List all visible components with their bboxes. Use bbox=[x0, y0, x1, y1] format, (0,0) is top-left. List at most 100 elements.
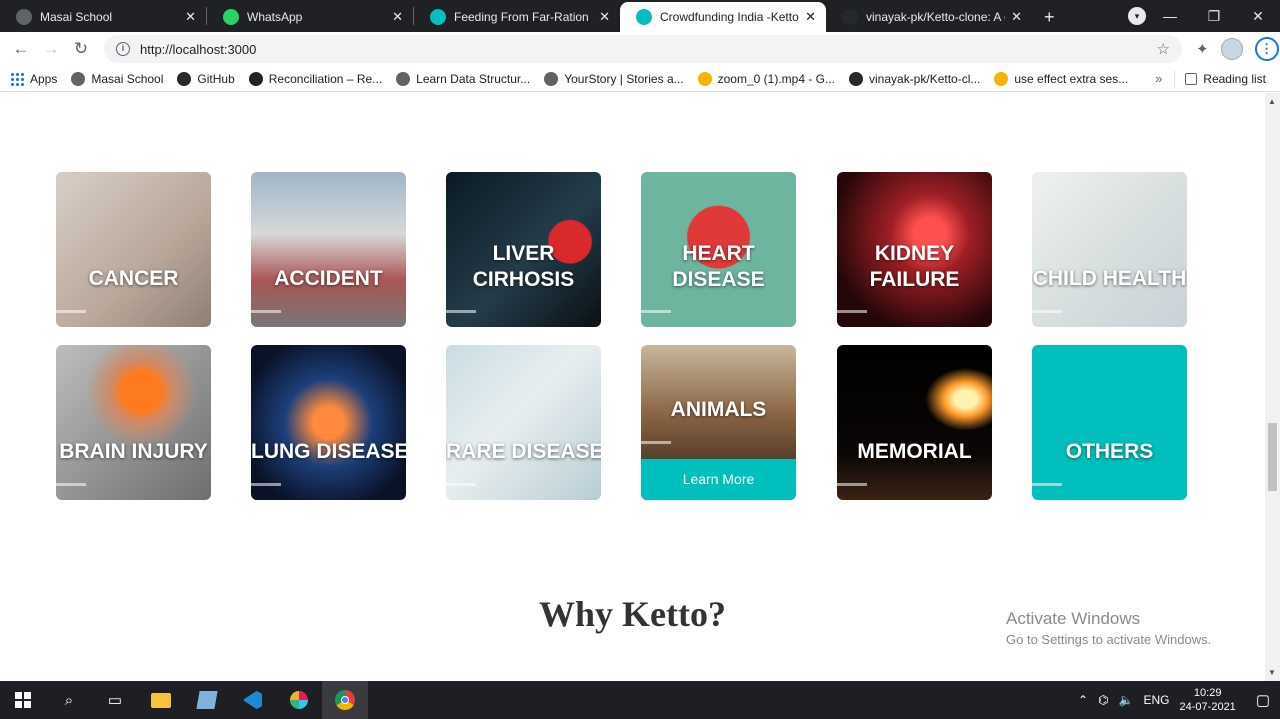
card-indicator-bar bbox=[251, 310, 281, 313]
tab-title: WhatsApp bbox=[247, 10, 303, 24]
windows-taskbar: ⌕ ▭ ⌃ ⌬ 🔈 ENG 10:29 24-07-2021 ▢ bbox=[0, 681, 1280, 719]
category-card-cancer[interactable]: CANCER bbox=[56, 172, 211, 327]
bookmark-item[interactable]: vinayak-pk/Ketto-cl... bbox=[849, 71, 980, 86]
url-text[interactable]: http://localhost:3000 bbox=[140, 42, 1157, 57]
chrome-menu-icon[interactable]: ⋮ bbox=[1254, 37, 1279, 61]
bookmark-item[interactable]: use effect extra ses... bbox=[994, 71, 1128, 86]
category-label-line: CIRHOSIS bbox=[472, 268, 575, 291]
close-tab-icon[interactable]: ✕ bbox=[392, 9, 403, 25]
category-label: ANIMALS bbox=[641, 397, 796, 423]
slack-icon[interactable] bbox=[276, 681, 322, 719]
bookmark-item[interactable]: GitHub bbox=[177, 71, 235, 86]
close-tab-icon[interactable]: ✕ bbox=[1011, 9, 1022, 25]
category-card-accident[interactable]: ACCIDENT bbox=[251, 172, 406, 327]
category-card-lung-disease[interactable]: LUNG DISEASE bbox=[251, 345, 406, 500]
file-explorer-icon[interactable] bbox=[138, 681, 184, 719]
tab-favicon-icon bbox=[430, 9, 446, 25]
plus-icon[interactable]: + bbox=[1032, 2, 1067, 32]
browser-tab[interactable]: Crowdfunding India -Ketto ✕ bbox=[620, 2, 826, 32]
back-icon[interactable]: ← bbox=[6, 39, 36, 59]
close-tab-icon[interactable]: ✕ bbox=[599, 9, 610, 25]
restore-icon[interactable]: ❐ bbox=[1192, 8, 1236, 25]
reading-list-label: Reading list bbox=[1203, 71, 1266, 86]
category-label: CHILD HEALTH bbox=[1032, 266, 1187, 292]
tab-favicon-icon bbox=[636, 9, 652, 25]
forward-icon[interactable]: → bbox=[36, 39, 66, 59]
tab-favicon-icon bbox=[16, 9, 32, 25]
category-label: ACCIDENT bbox=[251, 266, 406, 292]
close-tab-icon[interactable]: ✕ bbox=[185, 9, 196, 25]
tab-search-icon[interactable]: ▾ bbox=[1128, 7, 1146, 25]
watermark-title: Activate Windows bbox=[1006, 609, 1141, 628]
category-card-others[interactable]: OTHERS bbox=[1032, 345, 1187, 500]
browser-tab[interactable]: vinayak-pk/Ketto-clone: A cl ✕ bbox=[826, 2, 1032, 32]
notifications-icon[interactable]: ▢ bbox=[1256, 691, 1270, 709]
notepad-icon[interactable] bbox=[184, 681, 230, 719]
globe-icon bbox=[544, 71, 559, 86]
bookmark-item[interactable]: Apps bbox=[10, 71, 57, 86]
task-view-icon[interactable]: ▭ bbox=[92, 681, 138, 719]
tab-title: Masai School bbox=[40, 10, 113, 24]
bookmark-item[interactable]: Learn Data Structur... bbox=[396, 71, 530, 86]
windows-start-icon[interactable] bbox=[0, 681, 46, 719]
category-label: HEART DISEASE bbox=[641, 241, 796, 293]
language-indicator[interactable]: ENG bbox=[1144, 693, 1170, 707]
category-label-line: ACCIDENT bbox=[274, 267, 383, 290]
category-card-animals[interactable]: ANIMALS Learn More bbox=[641, 345, 796, 500]
address-bar[interactable]: i http://localhost:3000 ☆ bbox=[104, 35, 1182, 63]
category-label: LIVER CIRHOSIS bbox=[446, 241, 601, 293]
volume-icon[interactable]: 🔈 bbox=[1119, 693, 1134, 707]
scroll-up-icon[interactable]: ▲ bbox=[1268, 97, 1276, 106]
category-label-line: RARE DISEASE bbox=[446, 440, 601, 463]
close-tab-icon[interactable]: ✕ bbox=[805, 9, 816, 25]
learn-more-button[interactable]: Learn More bbox=[641, 459, 796, 500]
scroll-down-icon[interactable]: ▼ bbox=[1268, 668, 1276, 677]
drive-icon bbox=[994, 71, 1009, 86]
category-label-line: MEMORIAL bbox=[857, 440, 972, 463]
network-icon[interactable]: ⌬ bbox=[1098, 693, 1108, 707]
bookmarks-bar: Apps Masai School GitHub Reconciliation – R… bbox=[0, 66, 1280, 92]
reading-list-icon bbox=[1185, 72, 1198, 85]
bookmark-item[interactable]: zoom_0 (1).mp4 - G... bbox=[697, 71, 835, 86]
browser-tab[interactable]: Feeding From Far-Ration Dist ✕ bbox=[414, 2, 620, 32]
reading-list-button[interactable]: Reading list bbox=[1185, 72, 1266, 86]
bookmark-star-icon[interactable]: ☆ bbox=[1157, 40, 1170, 58]
browser-tab[interactable]: WhatsApp ✕ bbox=[207, 2, 413, 32]
site-info-icon[interactable]: i bbox=[116, 42, 130, 56]
scrollbar-thumb[interactable] bbox=[1268, 423, 1277, 491]
category-card-memorial[interactable]: MEMORIAL bbox=[837, 345, 992, 500]
category-label: CANCER bbox=[56, 266, 211, 292]
github-icon bbox=[177, 71, 192, 86]
vscode-icon[interactable] bbox=[230, 681, 276, 719]
card-indicator-bar bbox=[56, 310, 86, 313]
category-card-rare-disease[interactable]: RARE DISEASE bbox=[446, 345, 601, 500]
category-label: OTHERS bbox=[1032, 439, 1187, 465]
category-card-heart-disease[interactable]: HEART DISEASE bbox=[641, 172, 796, 327]
bookmark-label: Masai School bbox=[91, 71, 164, 86]
category-card-liver-cirhosis[interactable]: LIVER CIRHOSIS bbox=[446, 172, 601, 327]
bookmarks-overflow-icon[interactable]: » bbox=[1155, 71, 1162, 86]
vertical-scrollbar[interactable]: ▲ ▼ bbox=[1265, 93, 1280, 681]
bookmark-label: Reconciliation – Re... bbox=[268, 71, 383, 86]
bookmark-label: GitHub bbox=[197, 71, 235, 86]
category-card-child-health[interactable]: CHILD HEALTH bbox=[1032, 172, 1187, 327]
profile-avatar[interactable] bbox=[1220, 38, 1243, 60]
chrome-icon[interactable] bbox=[322, 681, 368, 719]
bookmark-item[interactable]: Reconciliation – Re... bbox=[248, 71, 383, 86]
browser-tab[interactable]: Masai School ✕ bbox=[0, 2, 206, 32]
minimize-icon[interactable]: — bbox=[1148, 8, 1192, 24]
extensions-icon[interactable]: ✦ bbox=[1196, 40, 1209, 58]
close-window-icon[interactable]: ✕ bbox=[1236, 8, 1280, 25]
category-card-brain-injury[interactable]: BRAIN INJURY bbox=[56, 345, 211, 500]
system-tray: ⌃ ⌬ 🔈 ENG 10:29 24-07-2021 ▢ bbox=[1078, 686, 1280, 714]
reload-icon[interactable]: ↻ bbox=[66, 39, 96, 59]
category-label-line: OTHERS bbox=[1065, 440, 1154, 463]
tray-overflow-icon[interactable]: ⌃ bbox=[1078, 693, 1088, 707]
bookmark-item[interactable]: Masai School bbox=[71, 71, 164, 86]
taskbar-clock[interactable]: 10:29 24-07-2021 bbox=[1180, 686, 1236, 714]
bookmark-item[interactable]: YourStory | Stories a... bbox=[544, 71, 684, 86]
category-card-kidney-failure[interactable]: KIDNEY FAILURE bbox=[837, 172, 992, 327]
search-icon[interactable]: ⌕ bbox=[46, 681, 92, 719]
category-label-line: DISEASE bbox=[672, 268, 765, 291]
tab-favicon-icon bbox=[223, 9, 239, 25]
